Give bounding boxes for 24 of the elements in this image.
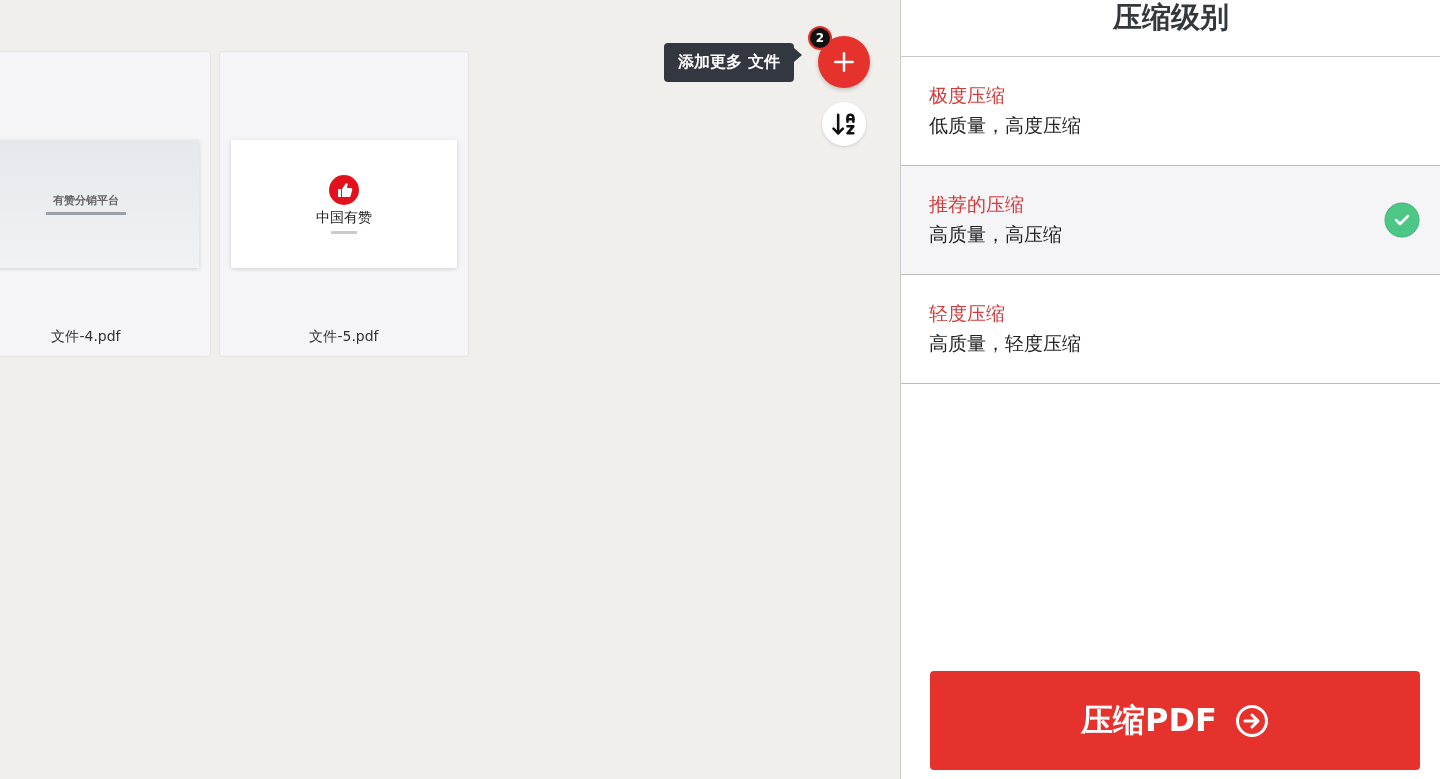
check-icon bbox=[1384, 202, 1420, 238]
caption-line-drawing bbox=[331, 230, 357, 234]
option-description: 高质量，轻度压缩 bbox=[929, 331, 1081, 356]
slide-title: 有赞分销平台 bbox=[53, 193, 119, 208]
sort-button[interactable] bbox=[822, 102, 866, 146]
compression-option[interactable]: 推荐的压缩 高质量，高压缩 bbox=[901, 166, 1440, 275]
logo-title: 中国有赞 bbox=[316, 208, 372, 227]
file-card[interactable]: 中国有赞 文件-5.pdf bbox=[220, 52, 468, 356]
compress-button[interactable]: 压缩PDF bbox=[930, 671, 1420, 770]
file-name: 文件-5.pdf bbox=[309, 328, 379, 346]
option-name: 推荐的压缩 bbox=[929, 192, 1025, 217]
tooltip-pointer bbox=[794, 48, 802, 62]
file-card[interactable]: 有赞分销平台 文件-4.pdf bbox=[0, 52, 210, 356]
add-files-tooltip: 添加更多 文件 bbox=[664, 42, 794, 82]
option-description: 高质量，高压缩 bbox=[929, 222, 1062, 247]
option-name: 极度压缩 bbox=[929, 83, 1006, 108]
thumbs-up-icon bbox=[329, 174, 359, 205]
arrow-right-circle-icon bbox=[1234, 703, 1269, 738]
file-name: 文件-4.pdf bbox=[51, 328, 121, 346]
option-description: 低质量，高度压缩 bbox=[929, 113, 1081, 138]
sort-az-icon bbox=[830, 110, 858, 138]
option-name: 轻度压缩 bbox=[929, 301, 1006, 326]
file-count-badge: 2 bbox=[808, 26, 832, 50]
panel-title: 压缩级别 bbox=[1112, 0, 1229, 36]
